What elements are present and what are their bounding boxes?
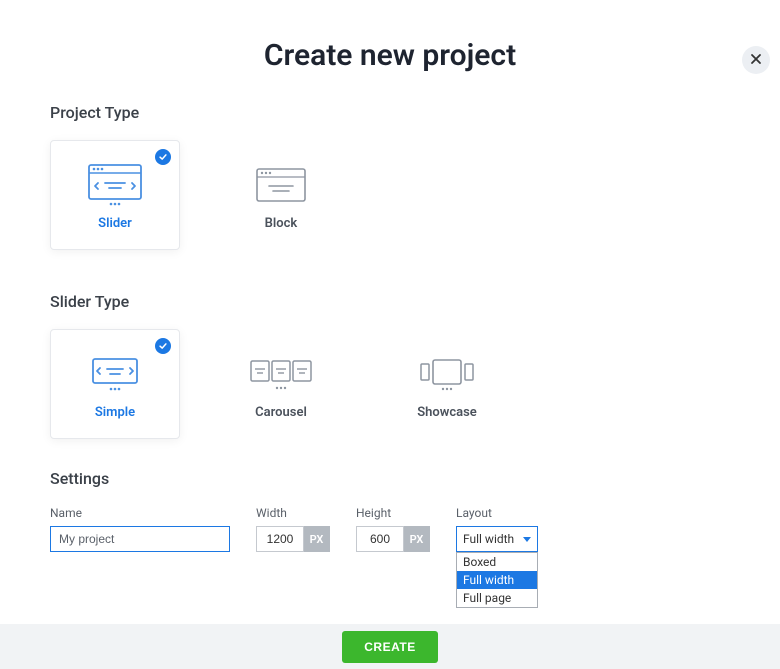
name-input[interactable]	[50, 526, 230, 552]
carousel-icon	[248, 349, 314, 399]
width-label: Width	[256, 506, 330, 520]
width-input[interactable]	[256, 526, 304, 552]
slider-type-simple[interactable]: Simple	[50, 329, 180, 439]
card-label: Showcase	[417, 405, 477, 420]
settings-label: Settings	[50, 469, 730, 488]
slider-type-label: Slider Type	[50, 292, 730, 311]
showcase-icon	[417, 349, 477, 399]
height-input[interactable]	[356, 526, 404, 552]
layout-select[interactable]: Full width	[456, 526, 538, 552]
project-type-label: Project Type	[50, 103, 730, 122]
card-label: Slider	[98, 216, 132, 231]
project-type-block[interactable]: Block	[216, 140, 346, 250]
check-icon	[155, 338, 171, 354]
width-unit[interactable]: PX	[304, 526, 330, 552]
layout-value: Full width	[463, 532, 514, 546]
close-icon	[750, 51, 762, 69]
layout-dropdown: Boxed Full width Full page	[456, 552, 538, 608]
layout-option-boxed[interactable]: Boxed	[457, 553, 537, 571]
project-type-slider[interactable]: Slider	[50, 140, 180, 250]
layout-label: Layout	[456, 506, 538, 520]
card-label: Simple	[95, 405, 135, 420]
check-icon	[155, 149, 171, 165]
layout-option-fullwidth[interactable]: Full width	[457, 571, 537, 589]
slider-type-showcase[interactable]: Showcase	[382, 329, 512, 439]
slider-icon	[87, 160, 143, 210]
slider-type-carousel[interactable]: Carousel	[216, 329, 346, 439]
height-unit[interactable]: PX	[404, 526, 430, 552]
height-label: Height	[356, 506, 430, 520]
create-button[interactable]: CREATE	[342, 631, 437, 663]
name-label: Name	[50, 506, 230, 520]
card-label: Carousel	[255, 405, 307, 420]
block-icon	[255, 160, 307, 210]
card-label: Block	[265, 216, 298, 231]
simple-slider-icon	[89, 349, 141, 399]
layout-option-fullpage[interactable]: Full page	[457, 589, 537, 607]
dialog-title: Create new project	[0, 38, 780, 73]
close-button[interactable]	[742, 46, 770, 74]
